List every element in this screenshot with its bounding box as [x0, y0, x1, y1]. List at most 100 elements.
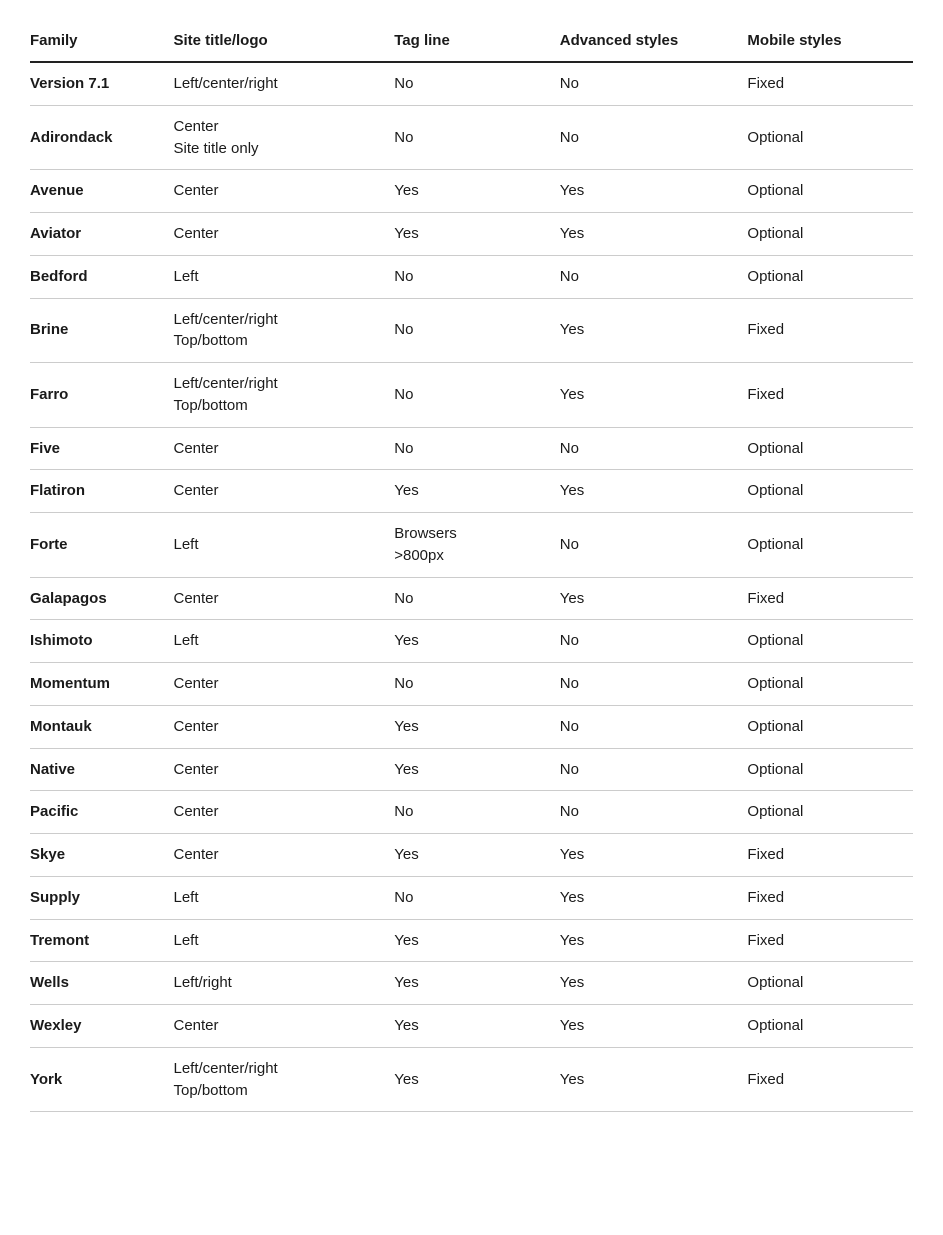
- header-mobile: Mobile styles: [747, 20, 913, 62]
- cell-family: Forte: [30, 513, 173, 578]
- cell-family: Flatiron: [30, 470, 173, 513]
- cell-mobile: Fixed: [747, 577, 913, 620]
- cell-site-title: CenterSite title only: [173, 105, 394, 170]
- table-row: FlatironCenterYesYesOptional: [30, 470, 913, 513]
- cell-tag-line: Yes: [394, 1047, 560, 1112]
- comparison-table: Family Site title/logo Tag line Advanced…: [30, 20, 913, 1112]
- table-row: MomentumCenterNoNoOptional: [30, 663, 913, 706]
- cell-advanced: No: [560, 105, 748, 170]
- table-row: WellsLeft/rightYesYesOptional: [30, 962, 913, 1005]
- cell-site-title: Left/right: [173, 962, 394, 1005]
- cell-mobile: Optional: [747, 255, 913, 298]
- cell-site-title: Center: [173, 791, 394, 834]
- header-family: Family: [30, 20, 173, 62]
- cell-tag-line: Yes: [394, 213, 560, 256]
- cell-site-title: Center: [173, 705, 394, 748]
- cell-family: Version 7.1: [30, 62, 173, 105]
- cell-family: Montauk: [30, 705, 173, 748]
- cell-family: Brine: [30, 298, 173, 363]
- cell-mobile: Optional: [747, 620, 913, 663]
- cell-family: Momentum: [30, 663, 173, 706]
- cell-site-title: Center: [173, 663, 394, 706]
- table-row: IshimotoLeftYesNoOptional: [30, 620, 913, 663]
- cell-tag-line: Yes: [394, 470, 560, 513]
- cell-mobile: Fixed: [747, 1047, 913, 1112]
- cell-mobile: Optional: [747, 1005, 913, 1048]
- table-row: AdirondackCenterSite title onlyNoNoOptio…: [30, 105, 913, 170]
- cell-tag-line: No: [394, 876, 560, 919]
- cell-family: Wells: [30, 962, 173, 1005]
- cell-tag-line: No: [394, 255, 560, 298]
- table-row: SkyeCenterYesYesFixed: [30, 834, 913, 877]
- table-row: AvenueCenterYesYesOptional: [30, 170, 913, 213]
- cell-site-title: Center: [173, 427, 394, 470]
- cell-site-title: Center: [173, 577, 394, 620]
- cell-tag-line: Yes: [394, 1005, 560, 1048]
- cell-advanced: Yes: [560, 1005, 748, 1048]
- cell-mobile: Fixed: [747, 363, 913, 428]
- cell-advanced: No: [560, 663, 748, 706]
- cell-site-title: Center: [173, 834, 394, 877]
- header-tag-line: Tag line: [394, 20, 560, 62]
- cell-family: Pacific: [30, 791, 173, 834]
- cell-advanced: Yes: [560, 1047, 748, 1112]
- cell-tag-line: Yes: [394, 919, 560, 962]
- cell-advanced: No: [560, 620, 748, 663]
- cell-advanced: No: [560, 255, 748, 298]
- cell-advanced: No: [560, 513, 748, 578]
- cell-tag-line: Browsers>800px: [394, 513, 560, 578]
- cell-mobile: Fixed: [747, 876, 913, 919]
- table-row: Version 7.1Left/center/rightNoNoFixed: [30, 62, 913, 105]
- cell-mobile: Optional: [747, 427, 913, 470]
- table-row: MontaukCenterYesNoOptional: [30, 705, 913, 748]
- cell-tag-line: No: [394, 105, 560, 170]
- cell-advanced: No: [560, 791, 748, 834]
- cell-tag-line: Yes: [394, 962, 560, 1005]
- cell-site-title: Left: [173, 919, 394, 962]
- cell-family: Tremont: [30, 919, 173, 962]
- cell-site-title: Center: [173, 213, 394, 256]
- cell-family: Aviator: [30, 213, 173, 256]
- cell-site-title: Left: [173, 620, 394, 663]
- cell-advanced: No: [560, 62, 748, 105]
- table-row: WexleyCenterYesYesOptional: [30, 1005, 913, 1048]
- cell-family: Adirondack: [30, 105, 173, 170]
- cell-advanced: Yes: [560, 170, 748, 213]
- cell-tag-line: No: [394, 427, 560, 470]
- cell-advanced: Yes: [560, 470, 748, 513]
- cell-site-title: Center: [173, 170, 394, 213]
- cell-tag-line: No: [394, 663, 560, 706]
- cell-tag-line: No: [394, 62, 560, 105]
- cell-mobile: Fixed: [747, 919, 913, 962]
- table-row: PacificCenterNoNoOptional: [30, 791, 913, 834]
- cell-advanced: No: [560, 748, 748, 791]
- cell-family: Galapagos: [30, 577, 173, 620]
- table-row: TremontLeftYesYesFixed: [30, 919, 913, 962]
- cell-tag-line: No: [394, 577, 560, 620]
- cell-advanced: No: [560, 705, 748, 748]
- cell-site-title: Left/center/rightTop/bottom: [173, 1047, 394, 1112]
- cell-tag-line: Yes: [394, 748, 560, 791]
- header-advanced: Advanced styles: [560, 20, 748, 62]
- cell-family: Farro: [30, 363, 173, 428]
- table-row: FiveCenterNoNoOptional: [30, 427, 913, 470]
- cell-site-title: Center: [173, 470, 394, 513]
- table-row: AviatorCenterYesYesOptional: [30, 213, 913, 256]
- cell-advanced: Yes: [560, 919, 748, 962]
- cell-advanced: Yes: [560, 876, 748, 919]
- cell-mobile: Optional: [747, 663, 913, 706]
- cell-mobile: Optional: [747, 213, 913, 256]
- cell-mobile: Optional: [747, 105, 913, 170]
- cell-tag-line: No: [394, 363, 560, 428]
- cell-mobile: Optional: [747, 748, 913, 791]
- cell-mobile: Optional: [747, 170, 913, 213]
- cell-site-title: Left: [173, 876, 394, 919]
- cell-tag-line: Yes: [394, 834, 560, 877]
- table-row: FarroLeft/center/rightTop/bottomNoYesFix…: [30, 363, 913, 428]
- table-row: ForteLeftBrowsers>800pxNoOptional: [30, 513, 913, 578]
- table-row: YorkLeft/center/rightTop/bottomYesYesFix…: [30, 1047, 913, 1112]
- cell-site-title: Left/center/rightTop/bottom: [173, 298, 394, 363]
- cell-advanced: No: [560, 427, 748, 470]
- table-row: GalapagosCenterNoYesFixed: [30, 577, 913, 620]
- table-row: SupplyLeftNoYesFixed: [30, 876, 913, 919]
